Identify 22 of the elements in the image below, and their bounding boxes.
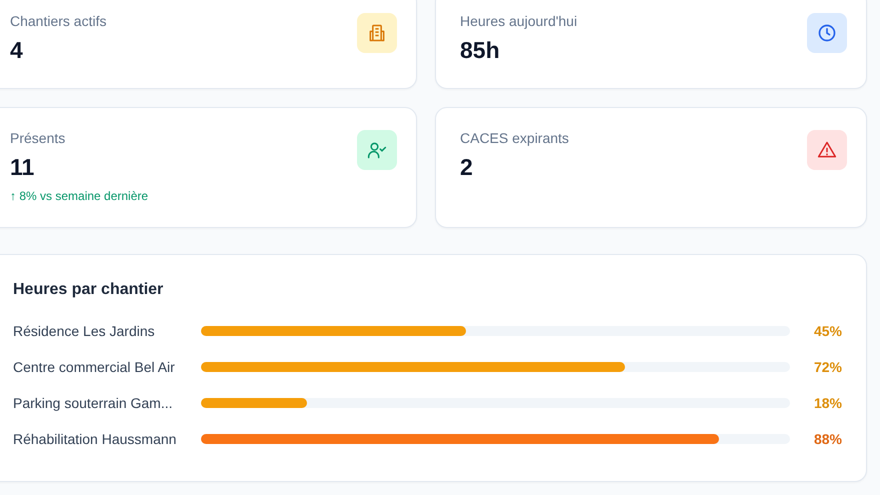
stat-label: Présents (10, 130, 66, 146)
site-name: Centre commercial Bel Air (13, 359, 176, 375)
card-title: Heures par chantier (13, 281, 164, 299)
site-name: Réhabilitation Haussmann (13, 431, 178, 447)
stat-value: 4 (10, 37, 24, 64)
site-name: Parking souterrain Gam... (13, 395, 174, 411)
stat-label: CACES expirants (460, 130, 569, 146)
site-name: Résidence Les Jardins (13, 323, 156, 339)
percent-text: 72% (812, 359, 842, 375)
stat-value: 2 (460, 154, 474, 181)
stat-label: Chantiers actifs (10, 13, 106, 29)
stat-value: 11 (10, 154, 36, 181)
trend-text: ↑ 8% vs semaine dernière (10, 189, 148, 203)
percent-text: 88% (812, 431, 842, 447)
stat-value: 85h (460, 37, 501, 64)
stat-label: Heures aujourd'hui (460, 13, 578, 29)
building-icon (367, 23, 387, 43)
warning-icon (817, 140, 837, 160)
clock-icon (817, 23, 837, 43)
percent-text: 45% (812, 323, 842, 339)
user-check-icon (367, 140, 387, 160)
percent-text: 18% (812, 395, 842, 411)
